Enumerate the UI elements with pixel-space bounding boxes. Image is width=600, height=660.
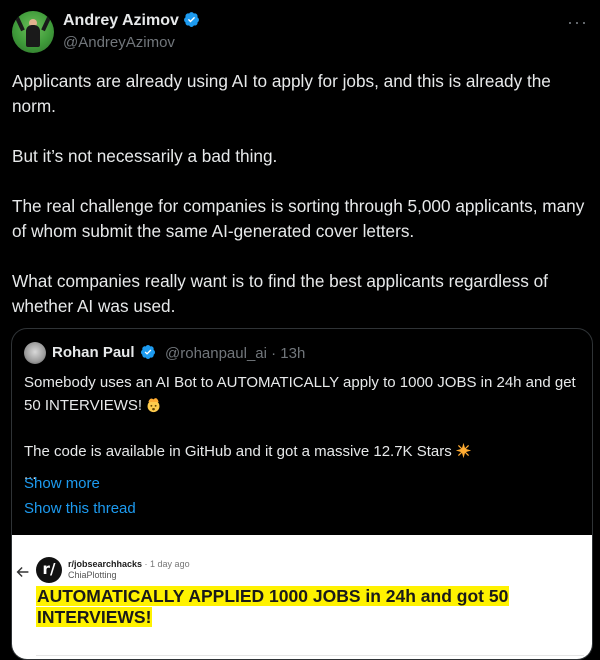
quoted-ellipsis: ... (24, 466, 37, 483)
reddit-post-title: AUTOMATICALLY APPLIED 1000 JOBS in 24h a… (36, 586, 510, 627)
show-thread-link[interactable]: Show this thread (24, 500, 136, 517)
subreddit-logo: r/ (36, 557, 62, 583)
more-options-icon[interactable]: ··· (567, 12, 588, 33)
post-time: · 1 day ago (142, 559, 190, 569)
exploding-head-emoji-icon (147, 398, 160, 413)
post-text: Applicants are already using AI to apply… (12, 69, 588, 344)
sparkle-emoji-icon (455, 442, 471, 459)
post-paragraph: What companies really want is to find th… (12, 271, 548, 316)
quoted-media-image[interactable]: r/ r/jobsearchhacks · 1 day ago ChiaPlot… (12, 535, 592, 659)
post-paragraph: Applicants are already using AI to apply… (12, 71, 551, 116)
quoted-author-name[interactable]: Rohan Paul (52, 344, 156, 361)
quoted-avatar[interactable] (24, 342, 46, 364)
quoted-post-header: Rohan Paul @rohanpaul_ai · 13h (24, 341, 580, 365)
author-handle[interactable]: @AndreyAzimov (63, 34, 175, 51)
divider (36, 655, 584, 656)
quoted-post[interactable]: Rohan Paul @rohanpaul_ai · 13h Somebody … (11, 328, 593, 660)
quoted-text-line: Somebody uses an AI Bot to AUTOMATICALLY… (24, 374, 576, 414)
avatar[interactable] (12, 11, 54, 53)
quoted-author-handle-time[interactable]: @rohanpaul_ai · 13h (165, 345, 305, 362)
author-name[interactable]: Andrey Azimov (63, 12, 200, 30)
show-more-link[interactable]: Show more (24, 475, 100, 492)
post-paragraph: The real challenge for companies is sort… (12, 196, 585, 241)
subreddit-name: r/jobsearchhacks · 1 day ago (68, 559, 190, 569)
verified-badge-icon (140, 345, 155, 360)
verified-badge-icon (183, 12, 199, 28)
quoted-text-line: The code is available in GitHub and it g… (24, 440, 580, 463)
post-paragraph: But it’s not necessarily a bad thing. (12, 146, 278, 166)
quoted-post-text: Somebody uses an AI Bot to AUTOMATICALLY… (24, 371, 580, 486)
reddit-username: ChiaPlotting (68, 570, 117, 580)
post-header: Andrey Azimov @AndreyAzimov ··· (12, 10, 588, 60)
back-arrow-icon (16, 566, 29, 578)
